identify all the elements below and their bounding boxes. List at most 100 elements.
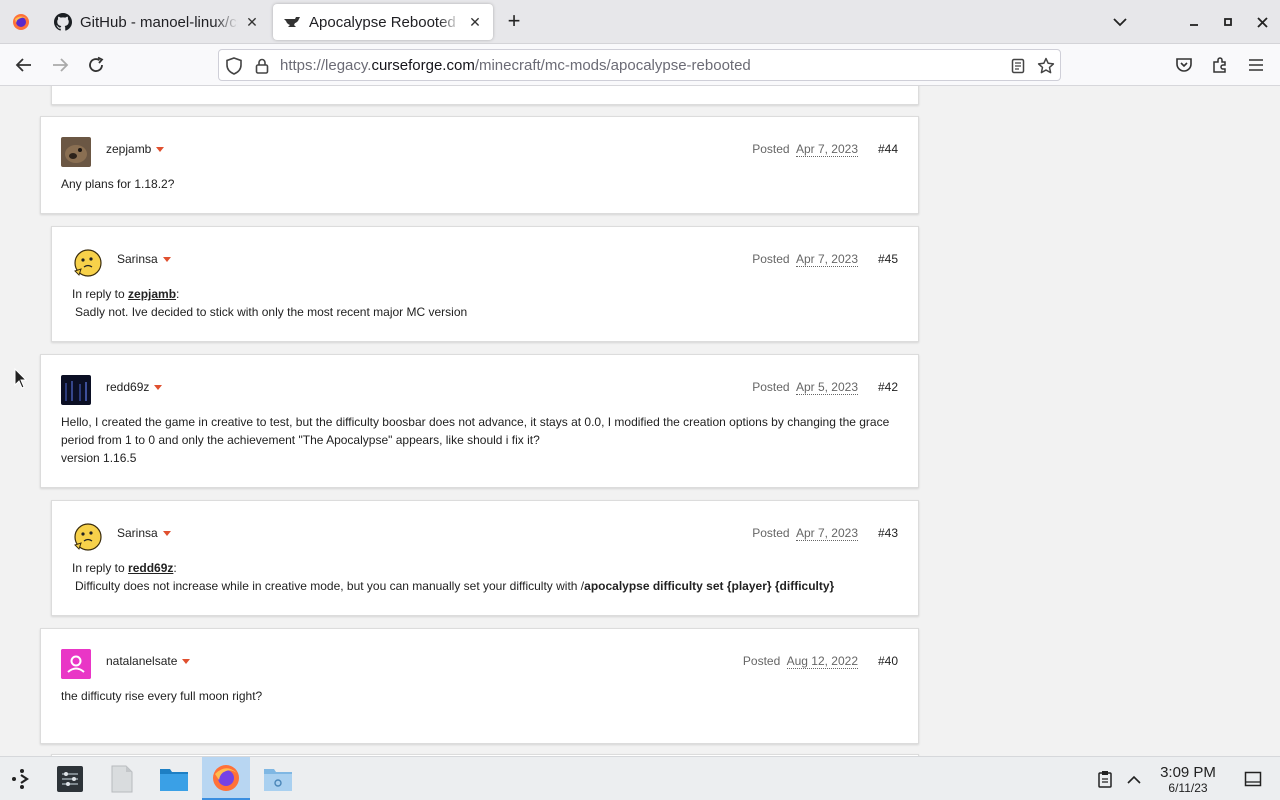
- username-text: zepjamb: [106, 142, 152, 156]
- comment-card: zepjamb Posted Apr 7, 2023 #44 Any plans…: [40, 116, 919, 214]
- url-prefix: https://legacy.: [280, 57, 372, 74]
- file-icon[interactable]: [104, 761, 140, 797]
- comment-line: Any plans for 1.18.2?: [61, 177, 175, 191]
- reader-view-icon[interactable]: [1009, 57, 1027, 75]
- chevron-down-icon[interactable]: [182, 658, 191, 664]
- username-text: Sarinsa: [117, 526, 158, 540]
- clipboard-icon[interactable]: [1088, 761, 1122, 797]
- tab-apocalypse-rebooted[interactable]: Apocalypse Rebooted - M ✕: [273, 4, 493, 40]
- tab-title: GitHub - manoel-linux/cp: [80, 13, 238, 31]
- reply-to-link[interactable]: redd69z: [128, 561, 173, 575]
- comment-line: Sadly not. Ive decided to stick with onl…: [75, 305, 468, 319]
- avatar[interactable]: [61, 375, 91, 405]
- comment-card-partial: [51, 86, 919, 105]
- navigation-toolbar: https://legacy.curseforge.com/minecraft/…: [0, 44, 1280, 86]
- folder-icon[interactable]: [260, 761, 296, 797]
- bookmark-star-icon[interactable]: [1037, 57, 1055, 75]
- file-manager-icon[interactable]: [156, 761, 192, 797]
- close-tab-icon[interactable]: ✕: [244, 14, 260, 30]
- username[interactable]: Sarinsa: [117, 252, 171, 266]
- comment-number-link[interactable]: #45: [878, 252, 898, 266]
- reply-line: In reply to zepjamb:: [72, 287, 180, 301]
- posted-label: Posted: [752, 526, 790, 540]
- date-text: Apr 5, 2023: [795, 380, 858, 395]
- avatar[interactable]: [61, 137, 91, 167]
- curseforge-icon: [283, 13, 301, 31]
- page-content: zepjamb Posted Apr 7, 2023 #44 Any plans…: [0, 86, 1280, 756]
- date-text: Apr 7, 2023: [795, 252, 858, 267]
- comment-number-link[interactable]: #42: [878, 380, 898, 394]
- comment-line: period from 1 to 0 and only the achievem…: [61, 433, 540, 447]
- lock-icon[interactable]: [253, 57, 271, 75]
- comment-card-reply: Sarinsa Posted Apr 7, 2023 #45 In reply …: [51, 226, 919, 342]
- username-text: Sarinsa: [117, 252, 158, 266]
- minimize-icon[interactable]: [1184, 12, 1204, 32]
- pocket-icon[interactable]: [1172, 53, 1196, 77]
- posted-label: Posted: [742, 654, 781, 668]
- comment-card-reply: Sarinsa Posted Apr 7, 2023 #43 In reply …: [51, 500, 919, 616]
- avatar[interactable]: [72, 247, 102, 277]
- command-text: apocalypse difficulty set {player} {diff…: [584, 579, 835, 593]
- post-date: Posted Apr 7, 2023: [752, 142, 858, 157]
- comment-body: Any plans for 1.18.2?: [61, 175, 174, 193]
- date-text: Apr 7, 2023: [795, 142, 858, 157]
- posted-label: Posted: [752, 252, 790, 266]
- app-launcher-icon[interactable]: [4, 761, 40, 797]
- firefox-taskbar-button[interactable]: [202, 757, 250, 800]
- reply-to-link[interactable]: zepjamb: [128, 287, 176, 301]
- shield-icon[interactable]: [225, 57, 243, 75]
- posted-label: Posted: [752, 142, 790, 156]
- username[interactable]: natalanelsate: [106, 654, 191, 668]
- chevron-down-icon[interactable]: [162, 530, 171, 536]
- show-hidden-icons-chevron-up-icon[interactable]: [1118, 761, 1150, 797]
- firefox-icon: [213, 764, 239, 791]
- comment-line: Hello, I created the game in creative to…: [61, 415, 890, 429]
- maximize-icon[interactable]: [1218, 12, 1238, 32]
- mouse-cursor-icon: [14, 367, 28, 395]
- tab-github[interactable]: GitHub - manoel-linux/cp ✕: [44, 4, 270, 40]
- reply-prefix: In reply to: [72, 561, 129, 575]
- new-tab-button[interactable]: +: [503, 10, 525, 33]
- clock-date: 6/11/23: [1168, 781, 1208, 795]
- post-date: Posted Aug 12, 2022: [742, 654, 858, 669]
- clock-time: 3:09 PM: [1160, 764, 1216, 781]
- reload-button[interactable]: [84, 53, 108, 77]
- taskbar: 3:09 PM 6/11/23: [0, 756, 1280, 800]
- comment-body: Hello, I created the game in creative to…: [61, 413, 901, 467]
- address-bar[interactable]: https://legacy.curseforge.com/minecraft/…: [218, 49, 1061, 81]
- avatar[interactable]: [61, 649, 91, 679]
- chevron-down-icon[interactable]: [156, 146, 165, 152]
- username[interactable]: redd69z: [106, 380, 163, 394]
- close-window-icon[interactable]: [1252, 12, 1272, 32]
- reply-line: In reply to redd69z:: [72, 561, 177, 575]
- list-all-tabs-icon[interactable]: [1110, 12, 1130, 32]
- chevron-down-icon[interactable]: [162, 256, 171, 262]
- username[interactable]: zepjamb: [106, 142, 165, 156]
- comment-number-link[interactable]: #40: [878, 654, 898, 668]
- comment-number-link[interactable]: #44: [878, 142, 898, 156]
- username-text: natalanelsate: [106, 654, 178, 668]
- menu-icon[interactable]: [1244, 53, 1268, 77]
- avatar[interactable]: [72, 521, 102, 551]
- comment-line: the difficuty rise every full moon right…: [61, 689, 263, 703]
- forward-button[interactable]: [48, 53, 72, 77]
- extensions-icon[interactable]: [1208, 53, 1232, 77]
- comment-body: In reply to redd69z: Difficulty does not…: [72, 559, 834, 595]
- back-button[interactable]: [12, 53, 36, 77]
- system-settings-icon[interactable]: [52, 761, 88, 797]
- close-tab-icon[interactable]: ✕: [467, 14, 483, 30]
- github-icon: [54, 13, 72, 31]
- username[interactable]: Sarinsa: [117, 526, 171, 540]
- show-desktop-icon[interactable]: [1236, 761, 1270, 797]
- comment-number-link[interactable]: #43: [878, 526, 898, 540]
- post-date: Posted Apr 5, 2023: [752, 380, 858, 395]
- comment-card: natalanelsate Posted Aug 12, 2022 #40 th…: [40, 628, 919, 744]
- comment-body: the difficuty rise every full moon right…: [61, 687, 262, 705]
- chevron-down-icon[interactable]: [154, 384, 163, 390]
- reply-prefix: In reply to: [72, 287, 129, 301]
- firefox-view-tab[interactable]: [4, 4, 38, 40]
- comment-line: Difficulty does not increase while in cr…: [72, 577, 834, 595]
- comment-text: Difficulty does not increase while in cr…: [75, 579, 585, 593]
- tab-strip: GitHub - manoel-linux/cp ✕ Apocalypse Re…: [0, 0, 1280, 44]
- clock[interactable]: 3:09 PM 6/11/23: [1152, 764, 1224, 796]
